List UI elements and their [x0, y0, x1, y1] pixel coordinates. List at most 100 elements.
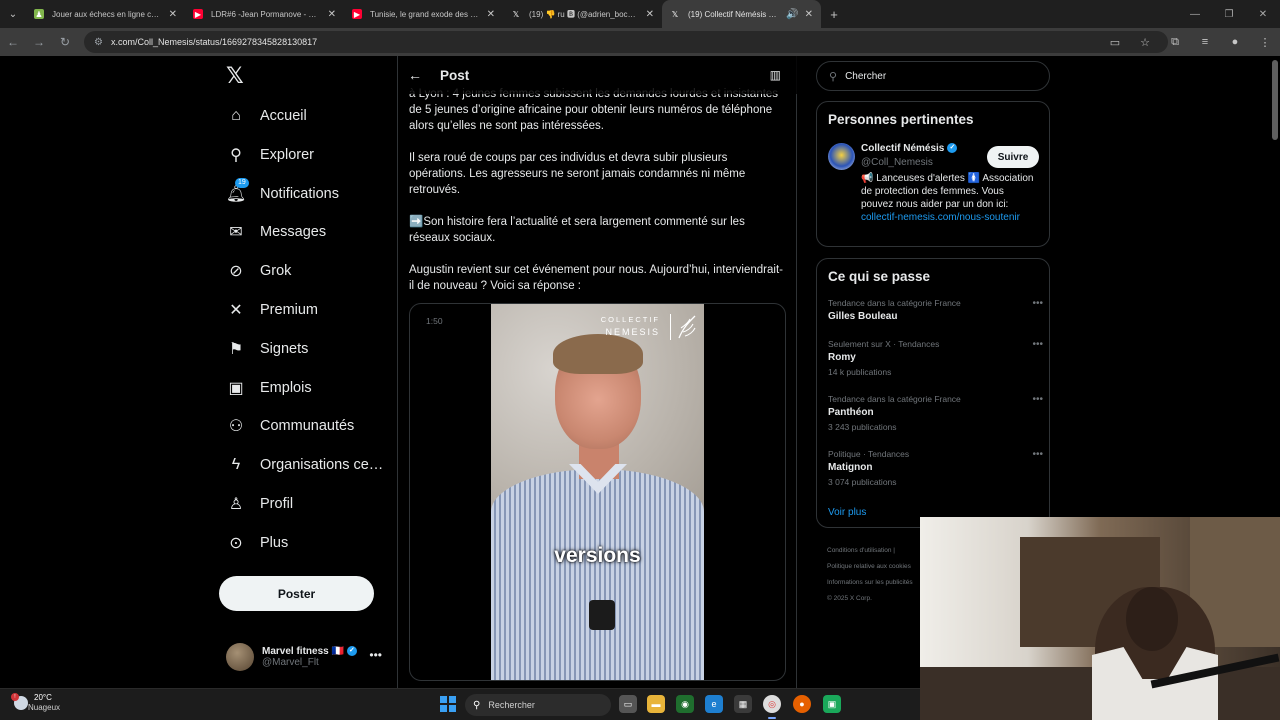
trend-item[interactable]: Seulement sur X · Tendances Romy 14 k pu… — [828, 339, 1043, 377]
edge-icon[interactable]: e — [705, 695, 723, 713]
close-icon[interactable]: ✕ — [169, 9, 177, 20]
close-window-icon[interactable]: ✕ — [1246, 0, 1280, 28]
search-input[interactable]: ⚲ Chercher — [816, 61, 1050, 91]
nav-item-messages[interactable]: ✉ Messages — [226, 217, 326, 247]
browser-tab-3[interactable]: 𝕏 (19) 👎 ru 🅱 (@adrien_bocque… ✕ — [503, 0, 662, 28]
account-name: Marvel fitness 🇫🇷 ✓ — [262, 646, 357, 657]
tweet-paragraph: Il sera roué de coups par ces individus … — [409, 152, 746, 196]
weather-widget[interactable]: ! 20°C Nuageux — [11, 692, 60, 712]
windows-start-icon[interactable] — [440, 696, 456, 712]
taskbar-search-input[interactable]: ⚲ Rechercher — [465, 694, 611, 716]
trend-count: 3 074 publications — [828, 477, 897, 487]
avatar[interactable] — [828, 143, 855, 170]
nav-label: Organisations ce… — [260, 457, 384, 473]
trend-item[interactable]: Tendance dans la catégorie France Panthé… — [828, 394, 1043, 432]
windows-taskbar: ! 20°C Nuageux ⚲ Rechercher ▭ ▬ ◉ e ▦ ◎ … — [0, 688, 920, 720]
reload-icon[interactable]: ↻ — [52, 28, 78, 56]
close-icon[interactable]: ✕ — [805, 9, 813, 20]
address-bar-row: ← → ↻ ⚙ x.com/Coll_Nemesis/status/166927… — [0, 28, 1280, 56]
bio-link[interactable]: collectif-nemesis.com/nous-soutenir — [861, 212, 1020, 223]
browser-tab-2[interactable]: ▶ Tunisie, le grand exode des mé… ✕ — [344, 0, 503, 28]
store-icon[interactable]: ▦ — [734, 695, 752, 713]
nav-item-premium[interactable]: ✕ Premium — [226, 295, 318, 325]
more-dots-icon[interactable]: ••• — [1032, 449, 1043, 460]
toolbar-actions: ▭ ☆ ⧉ ≡ ● ⋮ — [1100, 28, 1280, 56]
restore-icon[interactable]: ❐ — [1212, 0, 1246, 28]
nav-label: Communautés — [260, 418, 355, 434]
post-button[interactable]: Poster — [219, 576, 374, 611]
cast-icon[interactable]: ▭ — [1100, 36, 1130, 49]
follow-button[interactable]: Suivre — [987, 146, 1039, 168]
trend-item[interactable]: Politique · Tendances Matignon 3 074 pub… — [828, 449, 1043, 487]
show-more-link[interactable]: Voir plus — [828, 507, 866, 518]
nav-item-grok[interactable]: ⊘ Grok — [226, 256, 291, 286]
close-icon[interactable]: ✕ — [328, 9, 336, 20]
account-text: Marvel fitness 🇫🇷 ✓ @Marvel_Flt — [254, 646, 357, 668]
account-name-text: Marvel fitness 🇫🇷 — [262, 646, 344, 657]
speaker-icon[interactable]: 🔊 — [786, 9, 798, 20]
browser-tab-4-active[interactable]: 𝕏 (19) Collectif Némésis sur X 🔊 ✕ — [662, 0, 821, 28]
app-icon[interactable]: ▣ — [823, 695, 841, 713]
back-arrow-icon[interactable]: ← — [408, 67, 422, 83]
account-bio: 📢 Lanceuses d'alertes 🚺 Association de p… — [861, 172, 1037, 224]
browser-tab-0[interactable]: ♟ Jouer aux échecs en ligne contre… ✕ — [26, 0, 185, 28]
firefox-icon[interactable]: ● — [793, 695, 811, 713]
close-icon[interactable]: ✕ — [487, 9, 495, 20]
nav-item-bookmarks[interactable]: ⚑ Signets — [226, 334, 309, 364]
x-logo-icon[interactable]: 𝕏 — [226, 64, 244, 89]
new-tab-plus-icon[interactable]: + — [821, 0, 847, 28]
chrome-icon[interactable]: ◎ — [763, 695, 781, 713]
minimize-icon[interactable]: — — [1178, 0, 1212, 28]
window-controls: — ❐ ✕ — [1178, 0, 1280, 28]
card-title: Personnes pertinentes — [828, 112, 974, 127]
nav-item-organizations[interactable]: ϟ Organisations ce… — [226, 450, 384, 480]
site-info-icon[interactable]: ⚙ — [94, 37, 103, 48]
nav-item-jobs[interactable]: ▣ Emplois — [226, 373, 311, 403]
video-frame[interactable]: COLLECTIF NEMESIS versions — [491, 304, 704, 680]
task-view-icon[interactable]: ▭ — [619, 695, 637, 713]
video-person-shirt — [491, 469, 704, 680]
page-scrollbar[interactable] — [1272, 60, 1278, 140]
media-control-icon[interactable]: ≡ — [1190, 36, 1220, 48]
x-icon: ✕ — [229, 302, 243, 319]
reader-mode-icon[interactable]: ▥ — [770, 68, 781, 82]
url-input[interactable]: ⚙ x.com/Coll_Nemesis/status/166927834582… — [84, 31, 1168, 53]
footer-link[interactable]: Politique relative aux cookies — [827, 559, 927, 575]
file-explorer-icon[interactable]: ▬ — [647, 695, 665, 713]
bookmark-star-icon[interactable]: ☆ — [1130, 36, 1160, 49]
nav-item-communities[interactable]: ⚇ Communautés — [226, 411, 354, 441]
footer-link[interactable]: Conditions d'utilisation | — [827, 543, 927, 559]
more-dots-icon[interactable]: ••• — [369, 648, 382, 662]
more-dots-icon[interactable]: ••• — [1032, 339, 1043, 350]
nav-item-explore[interactable]: ⚲ Explorer — [226, 140, 314, 170]
trend-context: Seulement sur X · Tendances — [828, 339, 940, 349]
nav-item-notifications[interactable]: 🔔︎ 19 Notifications — [226, 178, 339, 209]
nav-item-more[interactable]: ⊙ Plus — [226, 528, 288, 558]
extensions-icon[interactable]: ⧉ — [1160, 36, 1190, 49]
nav-item-home[interactable]: ⌂ Accueil — [226, 101, 307, 131]
browser-tab-1[interactable]: ▶ LDR#6 -Jean Pormanove - Enqu… ✕ — [185, 0, 344, 28]
profile-avatar-icon[interactable]: ● — [1220, 36, 1250, 48]
trend-context: Politique · Tendances — [828, 449, 910, 459]
trend-name: Gilles Bouleau — [828, 311, 898, 322]
trend-count: 3 243 publications — [828, 422, 897, 432]
back-arrow-icon[interactable]: ← — [0, 28, 26, 56]
nvidia-icon[interactable]: ◉ — [676, 695, 694, 713]
lightning-icon: ϟ — [231, 456, 241, 473]
trend-name: Romy — [828, 352, 856, 363]
weather-text: 20°C Nuageux — [28, 693, 60, 712]
video-player[interactable]: 1:50 COLLECTIF NEMESIS versions — [409, 303, 786, 681]
forward-arrow-icon[interactable]: → — [26, 28, 52, 56]
account-switcher[interactable]: Marvel fitness 🇫🇷 ✓ @Marvel_Flt ••• — [226, 642, 386, 672]
more-dots-icon[interactable]: ••• — [1032, 298, 1043, 309]
post-header: ← Post ▥ — [398, 56, 797, 94]
trend-item[interactable]: Tendance dans la catégorie France Gilles… — [828, 298, 1043, 322]
tab-title: (19) 👎 ru 🅱 (@adrien_bocque… — [529, 9, 640, 19]
tab-search-chevron-icon[interactable]: ⌄ — [0, 0, 26, 28]
menu-kebab-icon[interactable]: ⋮ — [1250, 36, 1280, 49]
nav-item-profile[interactable]: ♙ Profil — [226, 489, 293, 519]
footer-link[interactable]: Informations sur les publicités — [827, 575, 927, 591]
close-icon[interactable]: ✕ — [646, 9, 654, 20]
more-dots-icon[interactable]: ••• — [1032, 394, 1043, 405]
account-name[interactable]: Collectif Némésis ✓ — [861, 143, 958, 154]
